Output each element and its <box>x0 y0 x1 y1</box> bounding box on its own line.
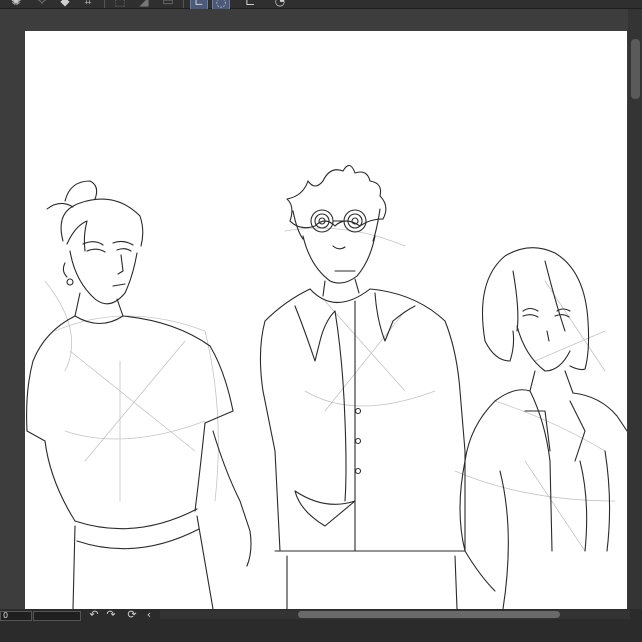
work-area <box>0 9 642 609</box>
fill-icon[interactable]: ◢ <box>136 0 152 8</box>
sketch-drawing <box>26 164 627 609</box>
selection-icon[interactable]: ⬚ <box>112 0 128 8</box>
undo-icon[interactable]: ↶ <box>87 609 101 621</box>
bottom-bar: 0 ↶ ↷ ⟳ ‹ <box>0 609 642 642</box>
horizontal-scroll-thumb[interactable] <box>298 611 560 618</box>
diamond-icon[interactable]: ◆ <box>57 0 73 8</box>
vertical-scrollbar[interactable] <box>628 9 642 609</box>
redo-icon[interactable]: ↷ <box>104 609 118 621</box>
frame-icon[interactable]: ⌗ <box>80 0 96 8</box>
top-toolbar: ✺ ✧ ◆ ⌗ ⬚ ◢ ▭ ∟ ◌ ⊏ ◔ <box>0 0 642 10</box>
layer-icon[interactable]: ▭ <box>160 0 176 8</box>
toolbar-divider <box>183 0 184 8</box>
horizontal-scrollbar[interactable] <box>160 610 630 619</box>
zoom-input[interactable]: 0 <box>0 611 32 621</box>
rotation-input[interactable] <box>33 611 81 621</box>
chevron-left-icon[interactable]: ‹ <box>142 609 156 621</box>
drawing-canvas[interactable] <box>25 31 627 609</box>
toolbar-divider <box>104 0 105 8</box>
sparkle-icon[interactable]: ✧ <box>34 0 50 8</box>
crop-icon[interactable]: ⊏ <box>242 0 258 8</box>
speech-icon[interactable]: ◔ <box>272 0 288 8</box>
burst-icon[interactable]: ✺ <box>8 0 24 8</box>
vertical-scroll-thumb[interactable] <box>631 39 640 99</box>
rotate-reset-icon[interactable]: ⟳ <box>125 609 139 621</box>
